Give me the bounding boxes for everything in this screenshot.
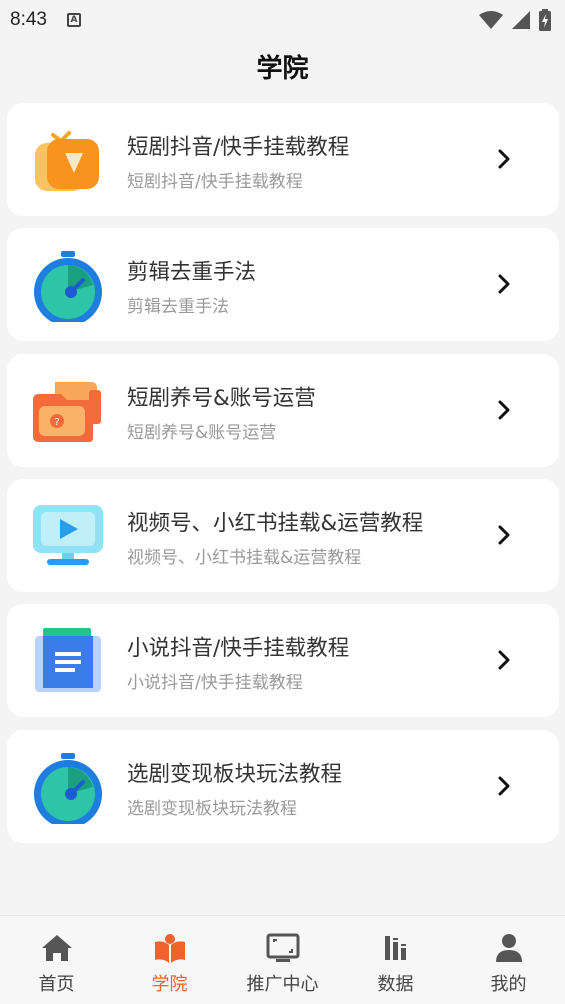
monitor-play-icon xyxy=(31,501,105,573)
book-icon xyxy=(154,934,185,963)
course-card-5[interactable]: 小说抖音/快手挂载教程 小说抖音/快手挂载教程 xyxy=(7,604,559,717)
tab-mine[interactable]: 我的 xyxy=(452,916,565,1004)
tab-data[interactable]: 数据 xyxy=(339,916,452,1004)
tab-label: 首页 xyxy=(38,974,75,995)
course-title: 小说抖音/快手挂载教程 xyxy=(127,636,350,661)
course-card-4[interactable]: 视频号、小红书挂载&运营教程 视频号、小红书挂载&运营教程 xyxy=(7,479,559,592)
chevron-right-icon xyxy=(498,525,510,545)
tab-home[interactable]: 首页 xyxy=(0,916,113,1004)
notification-a-icon: A xyxy=(66,13,81,27)
document-icon xyxy=(31,626,105,698)
course-subtitle: 短剧抖音/快手挂载教程 xyxy=(127,172,303,192)
status-indicators xyxy=(479,9,551,31)
folder-account-icon: ? xyxy=(31,376,105,448)
course-card-2[interactable]: 剪辑去重手法 剪辑去重手法 xyxy=(7,228,559,341)
chevron-right-icon xyxy=(498,274,510,294)
screen-icon xyxy=(266,933,299,962)
course-title: 选剧变现板块玩法教程 xyxy=(127,762,343,787)
page-title: 学院 xyxy=(256,54,309,84)
chevron-right-icon xyxy=(498,650,510,670)
course-card-6[interactable]: 选剧变现板块玩法教程 选剧变现板块玩法教程 xyxy=(7,730,559,843)
battery-icon xyxy=(539,9,551,31)
tab-academy[interactable]: 学院 xyxy=(113,916,226,1004)
signal-icon xyxy=(512,11,530,29)
tab-label: 数据 xyxy=(377,974,414,995)
chevron-right-icon xyxy=(498,776,510,796)
tab-label: 推广中心 xyxy=(246,974,319,995)
status-time: 8:43 xyxy=(10,9,47,30)
bar-chart-icon xyxy=(384,936,406,960)
wifi-icon xyxy=(479,11,503,29)
svg-text:?: ? xyxy=(54,417,59,428)
play-box-icon xyxy=(31,125,105,197)
course-card-1[interactable]: 短剧抖音/快手挂载教程 短剧抖音/快手挂载教程 xyxy=(7,103,559,216)
status-bar: 8:43 A xyxy=(0,0,565,40)
stopwatch-icon xyxy=(31,250,105,326)
course-subtitle: 视频号、小红书挂载&运营教程 xyxy=(127,548,362,568)
course-title: 短剧养号&账号运营 xyxy=(127,386,316,411)
tab-label: 学院 xyxy=(151,974,188,995)
stopwatch-icon xyxy=(31,752,105,828)
course-subtitle: 小说抖音/快手挂载教程 xyxy=(127,673,303,693)
course-title: 视频号、小红书挂载&运营教程 xyxy=(127,511,424,536)
course-card-3[interactable]: ? 短剧养号&账号运营 短剧养号&账号运营 xyxy=(7,354,559,467)
chevron-right-icon xyxy=(498,149,510,169)
home-icon xyxy=(41,935,72,961)
tab-promotion-center[interactable]: 推广中心 xyxy=(226,916,339,1004)
course-subtitle: 选剧变现板块玩法教程 xyxy=(127,799,297,819)
user-icon xyxy=(495,934,522,962)
tab-label: 我的 xyxy=(490,974,527,995)
course-subtitle: 剪辑去重手法 xyxy=(127,297,229,317)
course-subtitle: 短剧养号&账号运营 xyxy=(127,423,277,443)
course-title: 短剧抖音/快手挂载教程 xyxy=(127,135,350,160)
bottom-tab-bar: 首页 学院 推广中心 数据 我的 xyxy=(0,915,565,1004)
chevron-right-icon xyxy=(498,400,510,420)
course-title: 剪辑去重手法 xyxy=(127,260,257,285)
